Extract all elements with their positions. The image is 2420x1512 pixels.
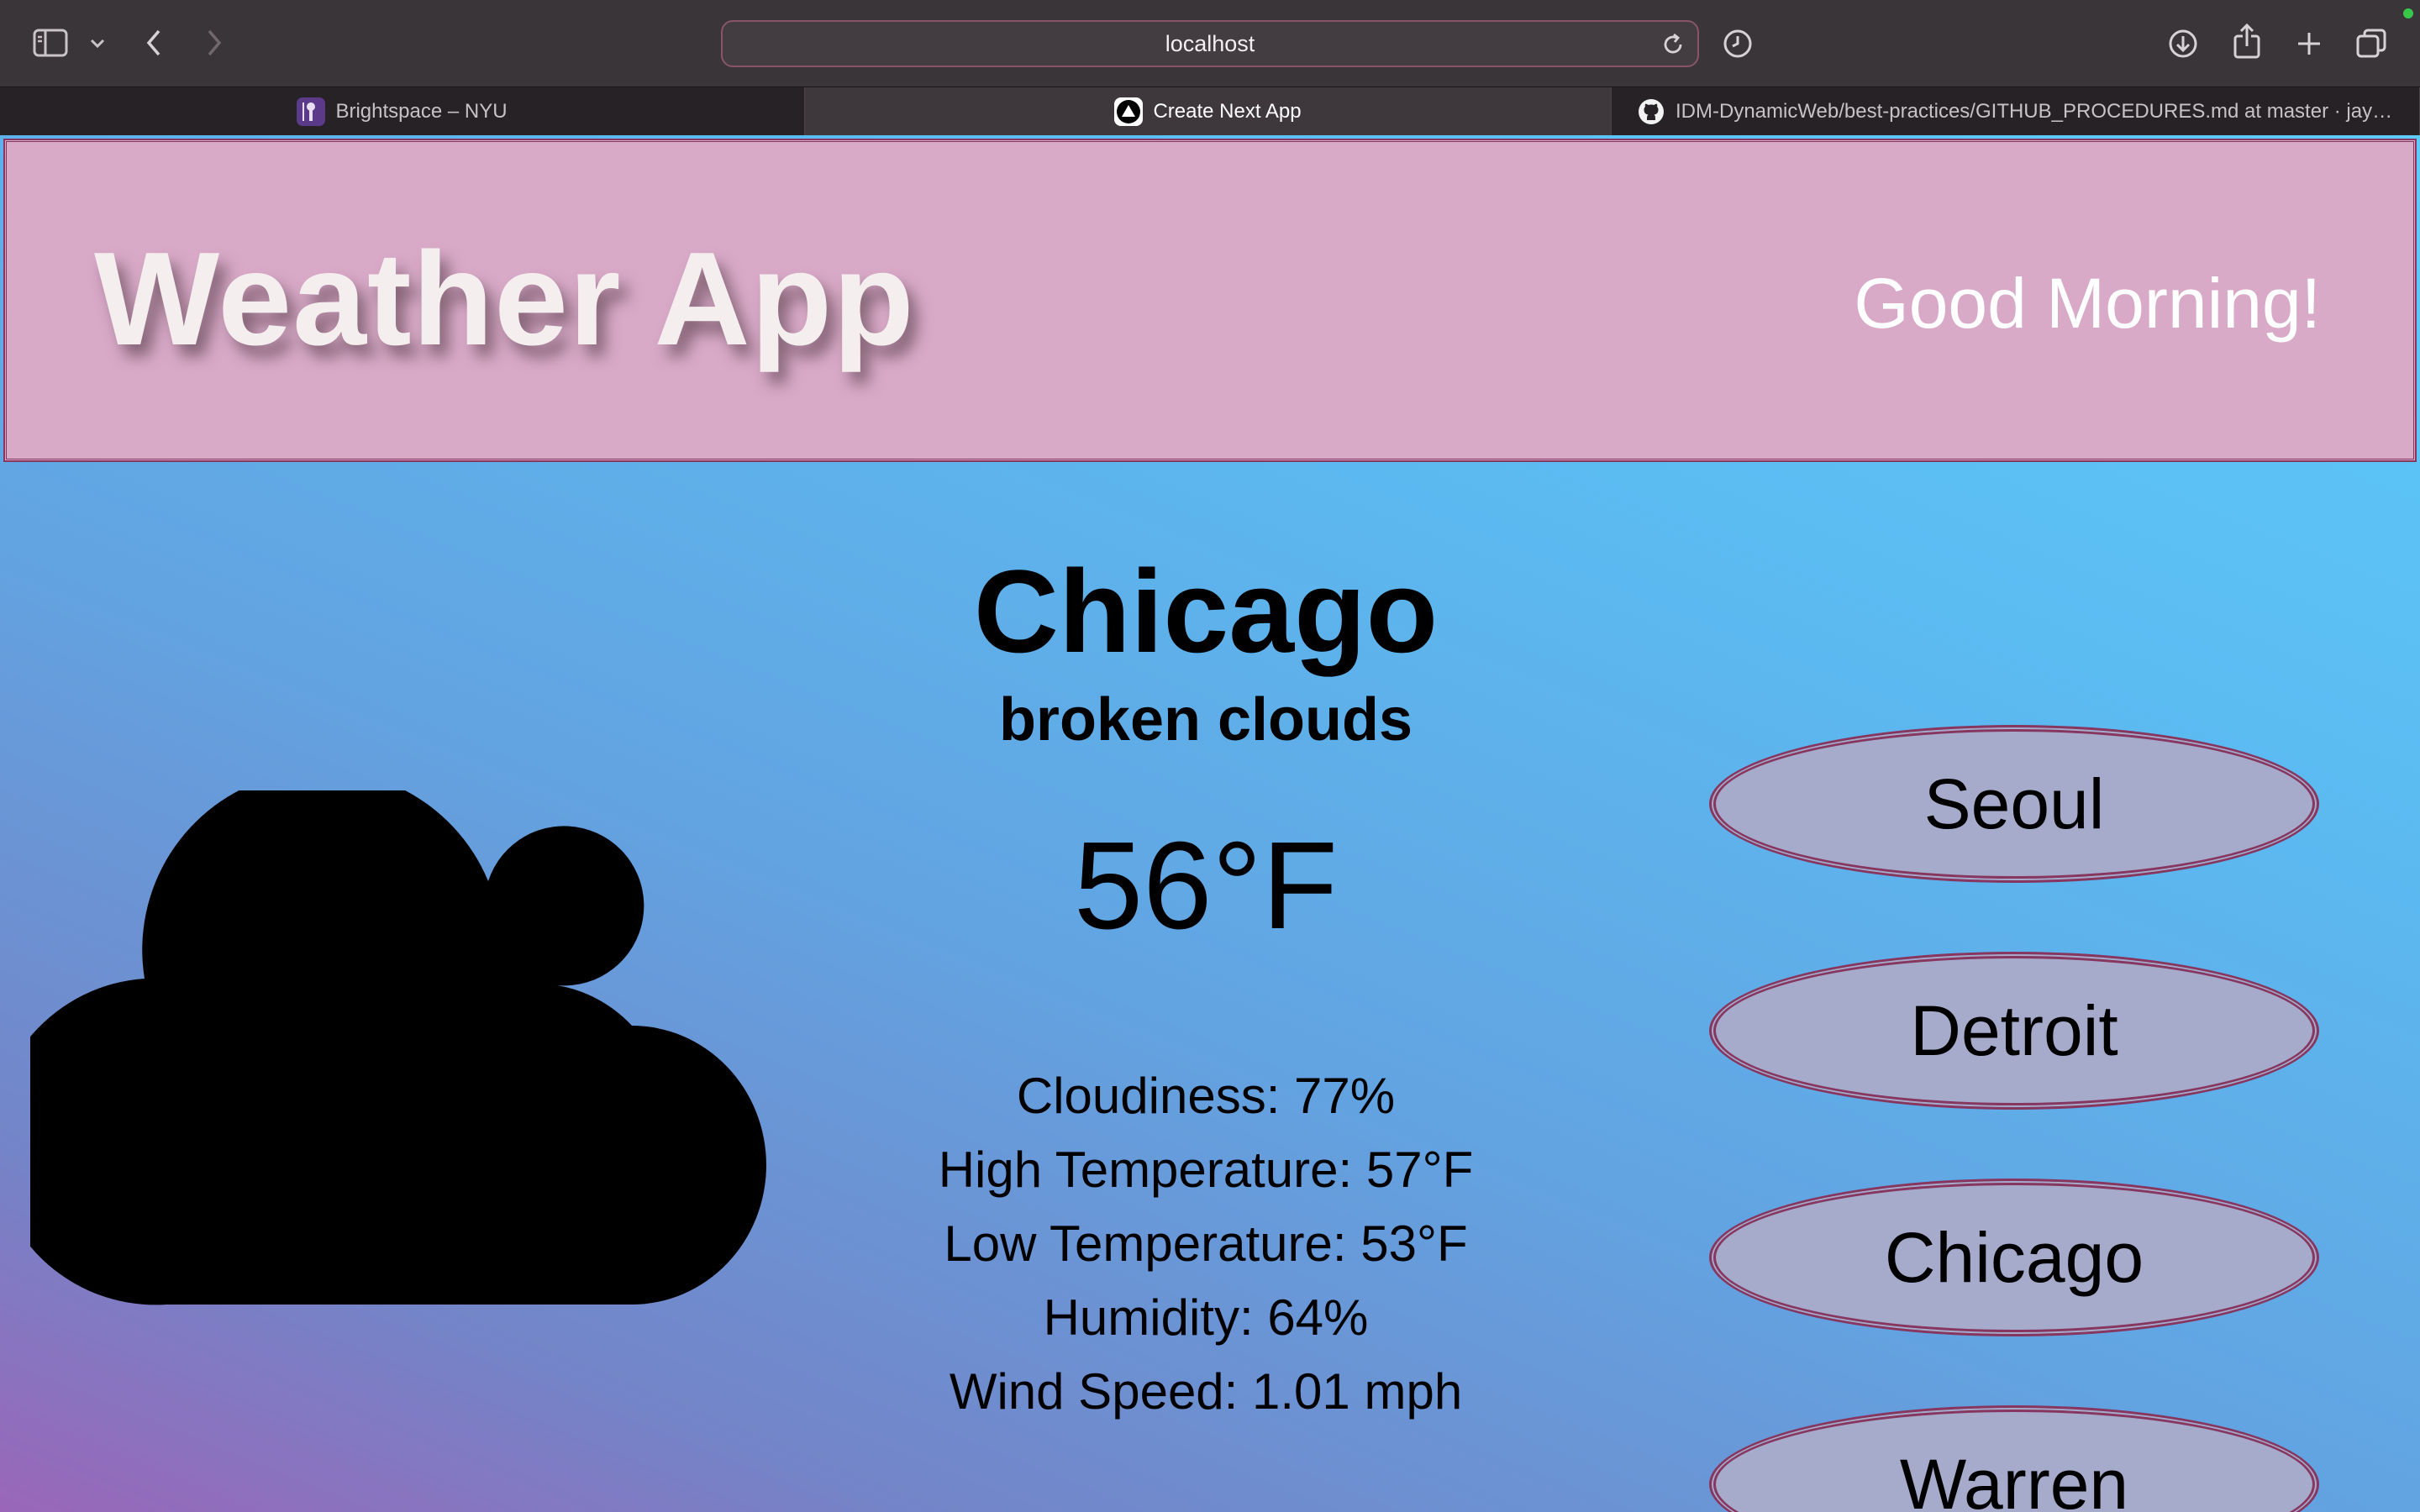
tab-bar: Brightspace – NYU Create Next App IDM-Dy… — [0, 87, 2420, 136]
tab-label: Brightspace – NYU — [335, 100, 508, 123]
wind-speed-stat: Wind Speed: 1.01 mph — [949, 1363, 1463, 1420]
weather-stats: Cloudiness: 77% High Temperature: 57°F L… — [786, 1059, 1626, 1429]
brightspace-favicon-icon — [297, 97, 326, 126]
download-icon[interactable] — [2166, 27, 2200, 60]
weather-description: broken clouds — [998, 686, 1413, 753]
share-icon[interactable] — [2230, 22, 2264, 60]
url-text: localhost — [1165, 30, 1255, 56]
new-tab-plus-icon[interactable] — [2292, 27, 2326, 60]
city-button-warren[interactable]: Warren — [1709, 1405, 2319, 1512]
tab-create-next-app[interactable]: Create Next App — [805, 87, 1612, 136]
tab-label: IDM-DynamicWeb/best-practices/GITHUB_PRO… — [1676, 100, 2394, 123]
back-arrow-icon[interactable] — [141, 25, 166, 60]
city-button-seoul[interactable]: Seoul — [1709, 725, 2319, 883]
nextjs-favicon-icon — [1114, 97, 1144, 126]
greeting-text: Good Morning! — [1854, 264, 2321, 343]
city-button-chicago[interactable]: Chicago — [1709, 1179, 2319, 1336]
low-temperature-stat: Low Temperature: 53°F — [944, 1215, 1468, 1272]
tab-label: Create Next App — [1153, 100, 1302, 123]
humidity-stat: Humidity: 64% — [1043, 1289, 1369, 1346]
current-city-name: Chicago — [973, 545, 1439, 677]
reload-icon[interactable] — [1660, 32, 1686, 57]
cloudiness-stat: Cloudiness: 77% — [1016, 1068, 1396, 1124]
cloud-icon — [0, 769, 775, 1315]
window-status-dot — [2403, 8, 2413, 18]
app-header: Weather App Good Morning! — [3, 139, 2417, 462]
tab-overview-icon[interactable] — [2353, 25, 2390, 62]
chevron-down-icon[interactable] — [87, 34, 108, 54]
city-button-detroit[interactable]: Detroit — [1709, 952, 2319, 1110]
page-content: Weather App Good Morning! Chicago broken… — [0, 135, 2420, 1512]
github-favicon-icon — [1637, 97, 1665, 126]
history-clock-icon[interactable] — [1721, 27, 1754, 60]
tab-brightspace[interactable]: Brightspace – NYU — [0, 87, 805, 136]
tab-github[interactable]: IDM-DynamicWeb/best-practices/GITHUB_PRO… — [1612, 87, 2420, 136]
high-temperature-stat: High Temperature: 57°F — [938, 1142, 1474, 1198]
current-temperature: 56°F — [1073, 816, 1339, 955]
app-title: Weather App — [94, 225, 915, 373]
forward-arrow-icon[interactable] — [202, 25, 227, 60]
sidebar-toggle-icon[interactable] — [32, 27, 69, 59]
address-bar[interactable]: localhost — [721, 20, 1699, 67]
browser-toolbar: localhost — [0, 0, 2420, 87]
